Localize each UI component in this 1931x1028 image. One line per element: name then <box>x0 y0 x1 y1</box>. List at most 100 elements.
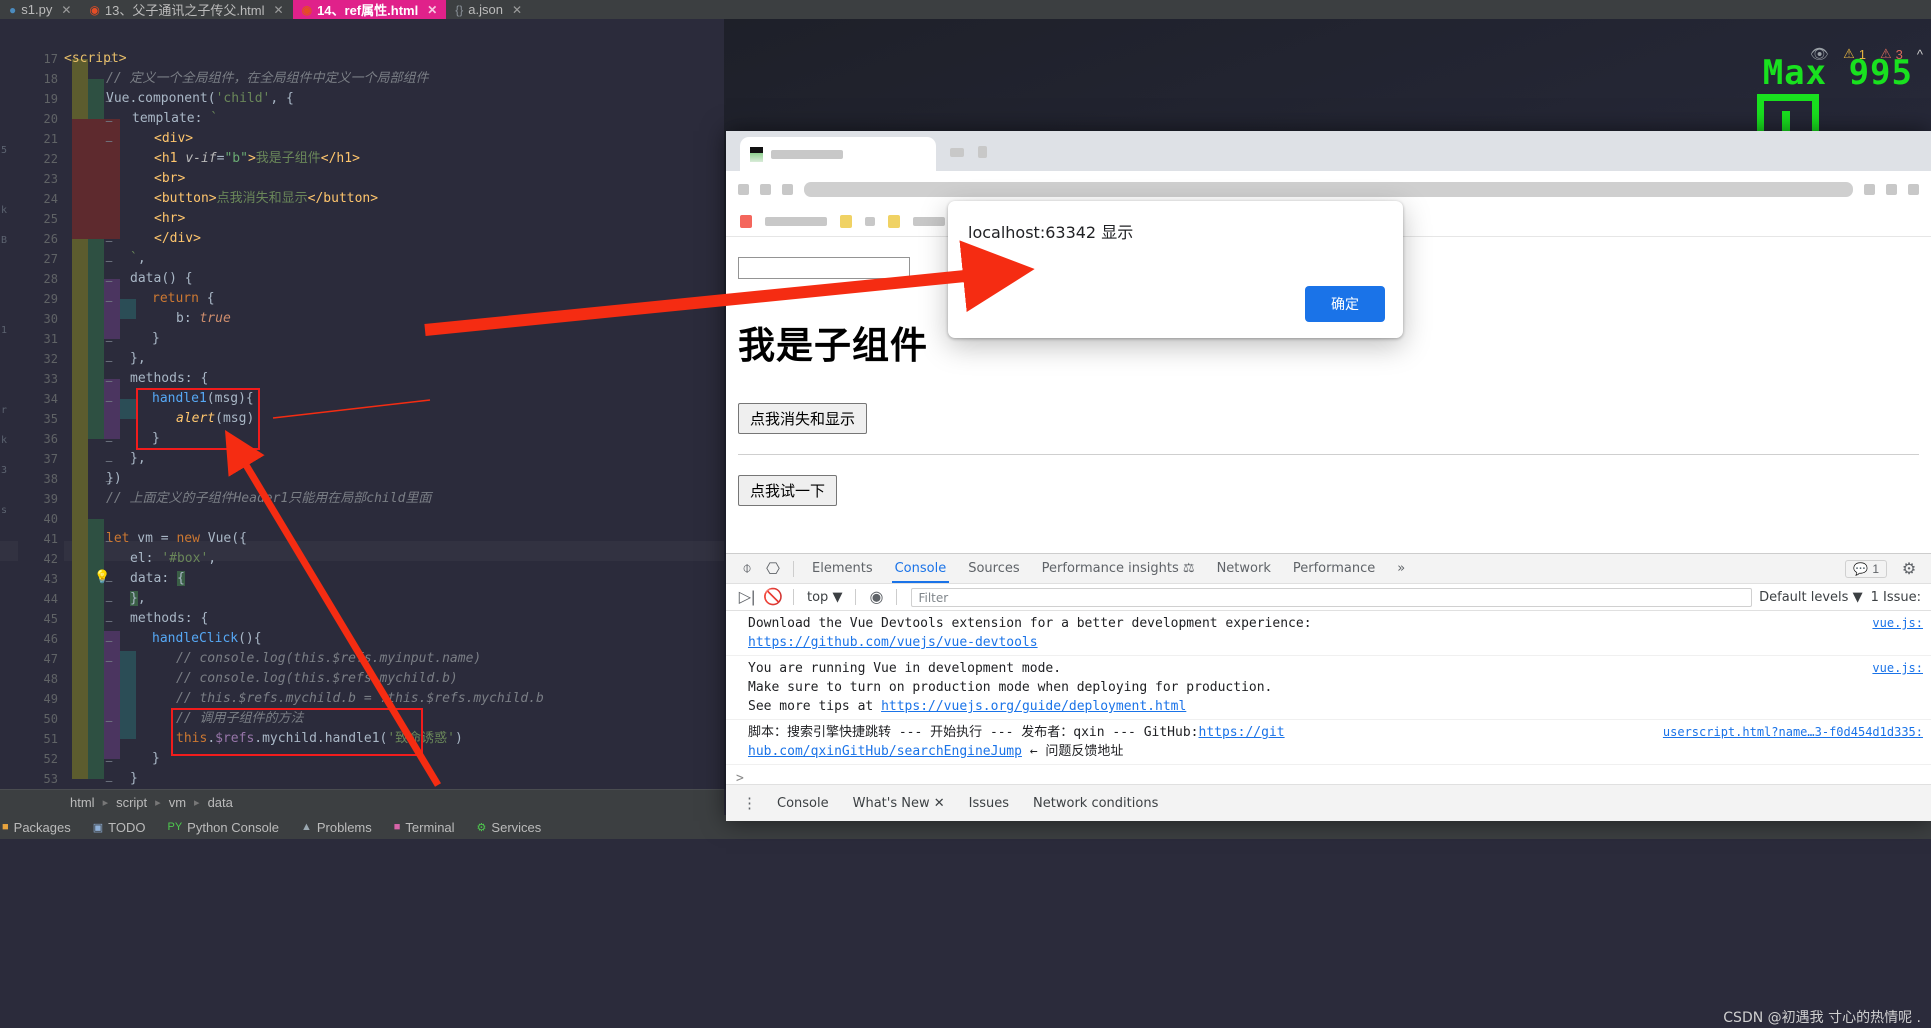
console-row[interactable]: You are running Vue in development mode.… <box>726 656 1931 720</box>
close-icon[interactable]: ✕ <box>934 796 945 811</box>
html-file-icon: ◉ <box>301 2 313 17</box>
close-icon[interactable]: ✕ <box>427 3 437 17</box>
browser-tab-bar[interactable] <box>726 131 1931 171</box>
editor-tab-13-html[interactable]: ◉ 13、父子通讯之子传父.html ✕ <box>80 0 292 19</box>
page-favicon-icon <box>750 146 763 162</box>
editor-tab-strip[interactable]: ● s1.py ✕ ◉ 13、父子通讯之子传父.html ✕ ◉ 14、ref属… <box>0 0 1931 19</box>
drawer-tab-whats-new[interactable]: What's New ✕ <box>841 790 957 817</box>
console-link-2[interactable]: hub.com/qxinGitHub/searchEngineJump <box>748 744 1022 759</box>
code-line-29: return { <box>152 291 215 306</box>
status-item-python-console[interactable]: PY Python Console <box>167 820 278 835</box>
editor-tab-s1-py[interactable]: ● s1.py ✕ <box>0 0 80 19</box>
devtools-panel[interactable]: ⌽ ⎔ Elements Console Sources Performance… <box>726 553 1931 821</box>
close-icon[interactable]: ✕ <box>274 3 284 17</box>
status-item-todo[interactable]: ▣ TODO <box>93 820 146 835</box>
devtools-tab-sources[interactable]: Sources <box>957 555 1030 582</box>
console-input-prompt[interactable]: > <box>726 765 1931 783</box>
clear-console-icon[interactable]: 🚫 <box>760 585 786 609</box>
python-file-icon: ● <box>9 2 17 17</box>
devtools-more-tabs-icon[interactable]: » <box>1386 555 1416 582</box>
profile-avatar[interactable] <box>1886 183 1897 195</box>
breadcrumb-item-vm[interactable]: vm <box>169 795 186 810</box>
console-source-link[interactable]: vue.js: <box>1872 659 1923 678</box>
console-link[interactable]: https://vuejs.org/guide/deployment.html <box>881 699 1186 714</box>
bookmark-label-redacted[interactable] <box>913 217 945 226</box>
devtools-tab-bar[interactable]: ⌽ ⎔ Elements Console Sources Performance… <box>726 554 1931 584</box>
console-row[interactable]: Download the Vue Devtools extension for … <box>726 611 1931 656</box>
annotation-box-call-child <box>171 708 423 756</box>
editor-tab-label: 14、ref属性.html <box>317 3 419 18</box>
devtools-drawer-tab-bar[interactable]: ⋮ Console What's New ✕ Issues Network co… <box>726 784 1931 821</box>
console-filter-input[interactable]: Filter <box>911 587 1753 607</box>
console-context-selector[interactable]: top ▼ <box>801 590 848 605</box>
drawer-tab-issues[interactable]: Issues <box>957 790 1021 817</box>
toolbar-divider <box>793 589 794 605</box>
bookmark-icon[interactable] <box>840 215 852 228</box>
device-toolbar-icon[interactable]: ⎔ <box>760 557 786 581</box>
new-tab-button-redacted[interactable] <box>950 148 964 157</box>
console-text: Download the Vue Devtools extension for … <box>748 616 1312 631</box>
toggle-button[interactable]: 点我消失和显示 <box>738 403 868 434</box>
status-item-packages[interactable]: ■ Packages <box>2 820 71 835</box>
devtools-tab-performance-insights[interactable]: Performance insights ⚖ <box>1031 555 1206 582</box>
close-icon[interactable]: ✕ <box>512 3 522 17</box>
console-link[interactable]: https://github.com/vuejs/vue-devtools <box>748 635 1038 650</box>
breadcrumb[interactable]: html ▸ script ▸ vm ▸ data <box>0 789 724 815</box>
address-bar[interactable] <box>804 181 1853 197</box>
more-options-icon[interactable]: ⋮ <box>734 794 765 812</box>
drawer-tab-console[interactable]: Console <box>765 790 841 817</box>
tab-search-button-redacted[interactable] <box>978 146 987 158</box>
devtools-tab-console[interactable]: Console <box>884 555 958 583</box>
dialog-ok-button[interactable]: 确定 <box>1305 286 1385 322</box>
close-icon[interactable]: ✕ <box>61 3 71 17</box>
message-bubble-icon: 💬 <box>1853 561 1869 576</box>
wallpaper-max-text: Max 995 <box>1762 53 1913 93</box>
editor-left-rail: 5 k B 1 r k 3 s <box>0 19 18 789</box>
console-link[interactable]: https://git <box>1199 725 1285 740</box>
forward-icon[interactable] <box>760 183 771 195</box>
editor-gutter[interactable]: 17 ⚊ 18 19 ⚊ 20 ⚊ 21 ⚊ 22 23 24 25 26 ⚊ 27 ⚊ 2… <box>18 19 113 789</box>
code-line-23: <br> <box>154 171 186 186</box>
console-source-link[interactable]: vue.js: <box>1872 614 1923 633</box>
extensions-icon[interactable] <box>1864 183 1875 195</box>
devtools-tab-network[interactable]: Network <box>1206 555 1282 582</box>
back-icon[interactable] <box>738 183 749 195</box>
devtools-tab-performance[interactable]: Performance <box>1282 555 1386 582</box>
code-line-37: }, <box>130 451 146 466</box>
breadcrumb-item-html[interactable]: html <box>70 795 95 810</box>
bookmark-icon[interactable] <box>740 215 752 228</box>
live-expression-icon[interactable]: ◉ <box>863 585 889 609</box>
try-button[interactable]: 点我试一下 <box>738 475 838 506</box>
devtools-tab-elements[interactable]: Elements <box>801 555 884 582</box>
myinput-field[interactable] <box>738 257 910 279</box>
message-count-badge[interactable]: 💬 1 <box>1845 559 1887 578</box>
chrome-browser-window[interactable]: 我是子组件 点我消失和显示 点我试一下 localhost:63342 显示 致… <box>726 131 1931 821</box>
bookmark-label-redacted[interactable] <box>865 217 875 226</box>
status-item-terminal[interactable]: ■ Terminal <box>394 820 455 835</box>
console-source-link[interactable]: userscript.html?name…3-f0d454d1d335: <box>1663 723 1923 742</box>
editor-tab-a-json[interactable]: {} a.json ✕ <box>446 0 531 19</box>
editor-tab-14-ref-html[interactable]: ◉ 14、ref属性.html ✕ <box>292 0 447 19</box>
gear-icon[interactable]: ⚙ <box>1896 557 1922 581</box>
issues-count[interactable]: 1 Issue: <box>1871 590 1931 605</box>
javascript-alert-dialog[interactable]: localhost:63342 显示 致命诱惑 确定 <box>948 201 1403 338</box>
drawer-tab-network-conditions[interactable]: Network conditions <box>1021 790 1170 817</box>
browser-tab[interactable] <box>740 137 936 171</box>
code-editor[interactable]: 5 k B 1 r k 3 s 17 ⚊ 18 19 ⚊ 20 ⚊ 21 ⚊ 2… <box>0 19 724 789</box>
bookmark-label-redacted[interactable] <box>765 217 827 226</box>
devtools-toolbar-right[interactable]: 💬 1 ⚙ <box>1845 557 1931 581</box>
console-filter-bar[interactable]: ▷| 🚫 top ▼ ◉ Filter Default levels ▼ 1 I… <box>726 584 1931 611</box>
bookmark-icon[interactable] <box>888 215 900 228</box>
reload-icon[interactable] <box>782 183 793 195</box>
status-item-problems[interactable]: ▲ Problems <box>301 820 372 835</box>
inspect-element-icon[interactable]: ⌽ <box>734 557 760 581</box>
code-line-38: }) <box>106 471 122 486</box>
log-levels-selector[interactable]: Default levels ▼ <box>1759 590 1870 605</box>
console-message-list[interactable]: Download the Vue Devtools extension for … <box>726 611 1931 783</box>
menu-icon[interactable] <box>1908 183 1919 195</box>
status-item-services[interactable]: ⚙ Services <box>477 820 542 835</box>
breadcrumb-item-data[interactable]: data <box>208 795 233 810</box>
breadcrumb-item-script[interactable]: script <box>116 795 147 810</box>
execute-icon[interactable]: ▷| <box>734 585 760 609</box>
console-row[interactable]: 脚本：搜索引擎快捷跳转 --- 开始执行 --- 发布者：qxin --- Gi… <box>726 720 1931 765</box>
